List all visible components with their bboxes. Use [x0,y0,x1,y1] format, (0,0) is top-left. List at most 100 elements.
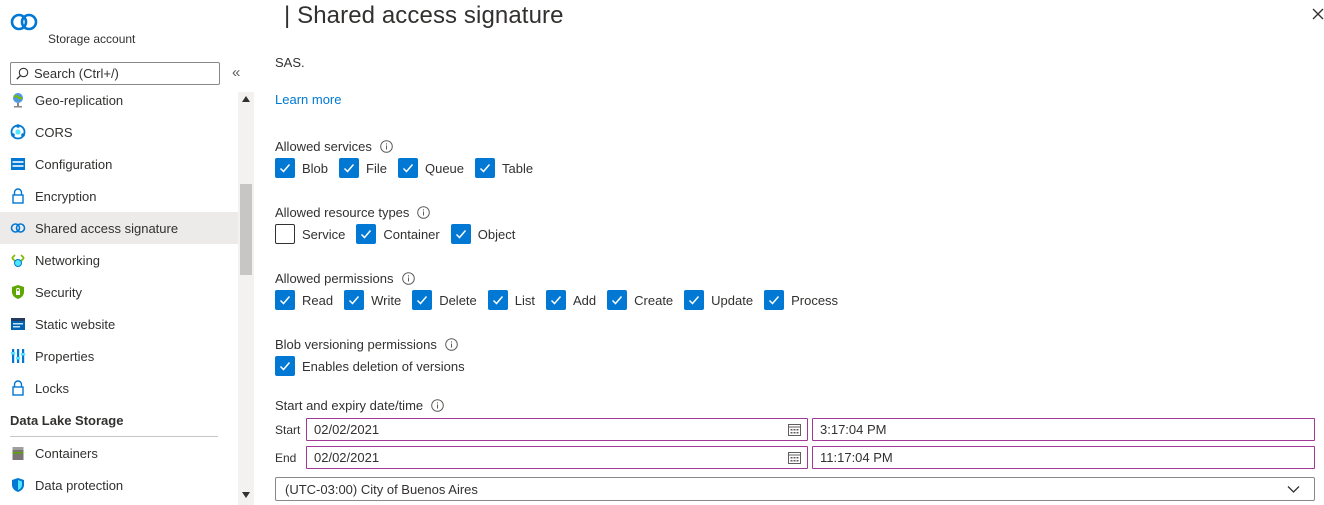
search-icon [16,67,29,80]
checkbox-container[interactable]: Container [356,224,440,244]
cors-icon [10,124,26,140]
checkbox-blob[interactable]: Blob [275,158,328,178]
close-icon[interactable] [1310,6,1324,22]
nav-item-static-website[interactable]: Static website [0,308,238,340]
nav-item-locks[interactable]: Locks [0,372,238,404]
start-date-value: 02/02/2021 [314,422,380,437]
checkbox-box[interactable] [344,290,365,310]
checkbox-box[interactable] [546,290,566,310]
globe-icon [10,92,26,108]
chevron-down-icon [1287,486,1300,493]
checkbox-label: File [366,160,387,176]
learn-more-link[interactable]: Learn more [275,92,341,107]
nav-item-security[interactable]: Security [0,276,238,308]
checkbox-box[interactable] [475,158,496,178]
info-icon[interactable] [431,399,444,412]
menu-search-box[interactable] [10,62,220,85]
checkbox-box[interactable] [450,224,471,244]
checkbox-add[interactable]: Add [546,290,596,310]
nav-item-containers[interactable]: Containers [0,437,238,469]
checkbox-box[interactable] [607,290,628,310]
checkbox-box[interactable] [487,290,508,310]
checkbox-box[interactable] [275,158,295,178]
checkbox-box[interactable] [275,290,295,310]
checkbox-box[interactable] [684,290,705,310]
checkbox-file[interactable]: File [339,158,387,178]
nav-section-title: Data Lake Storage [10,412,124,428]
checkmark-icon [279,164,291,173]
checkmark-icon [612,296,623,305]
nav-item-encryption[interactable]: Encryption [0,180,238,212]
nav-item-properties[interactable]: Properties [0,340,238,372]
start-time-field[interactable]: 3:17:04 PM [812,418,1315,441]
checkbox-update[interactable]: Update [684,290,753,310]
calendar-icon[interactable] [788,451,801,464]
menu-scrollbar[interactable] [238,92,254,505]
end-time-value: 11:17:04 PM [820,450,893,465]
nav-list: Geo-replication CORS Configuration Encry… [0,84,238,501]
checkmark-icon [279,362,291,371]
info-icon[interactable] [417,206,431,219]
allowed-resource-types-label: Allowed resource types [275,205,431,220]
checkbox-delete[interactable]: Delete [412,290,477,310]
checkbox-box[interactable] [275,356,295,376]
scroll-thumb[interactable] [240,184,252,275]
nav-item-label: Containers [35,445,98,461]
properties-icon [10,348,26,364]
checkbox-read[interactable]: Read [275,290,333,310]
checkbox-box[interactable] [275,224,295,244]
menu-search-input[interactable] [34,66,214,81]
checkbox-box[interactable] [764,290,785,310]
nav-item-shared-access-signature[interactable]: Shared access signature [0,212,238,244]
checkbox-label: Delete [439,292,477,308]
scroll-down-arrow-icon[interactable] [242,492,250,498]
start-label: Start [275,423,301,437]
checkmark-icon [550,296,562,305]
checkbox-table[interactable]: Table [475,158,533,178]
storage-link-icon [10,13,38,31]
allowed-resource-types-options: Service Container Object [275,224,526,244]
start-date-field[interactable]: 02/02/2021 [306,418,808,441]
page-title: | Shared access signature [284,2,564,29]
link-icon [10,220,26,236]
resource-menu: Storage account « Geo-replication CORS C… [0,0,256,505]
checkbox-create[interactable]: Create [607,290,673,310]
calendar-icon[interactable] [788,423,801,436]
start-expiry-label-text: Start and expiry date/time [275,398,424,413]
end-time-field[interactable]: 11:17:04 PM [812,446,1315,469]
checkbox-write[interactable]: Write [344,290,401,310]
checkbox-list[interactable]: List [487,290,535,310]
nav-item-label: Static website [35,316,116,332]
checkbox-box[interactable] [356,224,377,244]
collapse-menu-button[interactable]: « [232,65,240,80]
nav-item-networking[interactable]: Networking [0,244,238,276]
nav-item-cors[interactable]: CORS [0,116,238,148]
info-icon[interactable] [445,338,458,351]
checkbox-enables-deletion-of-versions[interactable]: Enables deletion of versions [275,356,465,376]
info-icon[interactable] [401,272,415,285]
nav-item-label: Security [35,284,82,300]
allowed-services-options: Blob File Queue Table [275,158,544,178]
timezone-dropdown[interactable]: (UTC-03:00) City of Buenos Aires [275,477,1315,501]
checkbox-queue[interactable]: Queue [397,158,465,178]
nav-item-label: Encryption [35,188,97,204]
checkbox-service[interactable]: Service [275,224,345,244]
nav-item-configuration[interactable]: Configuration [0,148,238,180]
lock-icon [10,380,26,396]
checkbox-box[interactable] [412,290,433,310]
checkbox-process[interactable]: Process [764,290,838,310]
checkbox-object[interactable]: Object [450,224,515,244]
checkbox-box[interactable] [397,158,418,178]
nav-item-label: Shared access signature [35,220,179,236]
checkbox-label: Queue [424,160,465,176]
checkbox-label: Table [502,160,534,176]
data-protection-icon [10,477,26,493]
checkbox-box[interactable] [339,158,360,178]
end-date-field[interactable]: 02/02/2021 [306,446,808,469]
info-icon[interactable] [380,140,393,153]
nav-item-geo-replication[interactable]: Geo-replication [0,84,238,116]
allowed-services-label-text: Allowed services [275,139,372,154]
nav-item-data-protection[interactable]: Data protection [0,469,238,501]
checkbox-label: List [514,292,535,308]
scroll-up-arrow-icon[interactable] [242,96,250,102]
